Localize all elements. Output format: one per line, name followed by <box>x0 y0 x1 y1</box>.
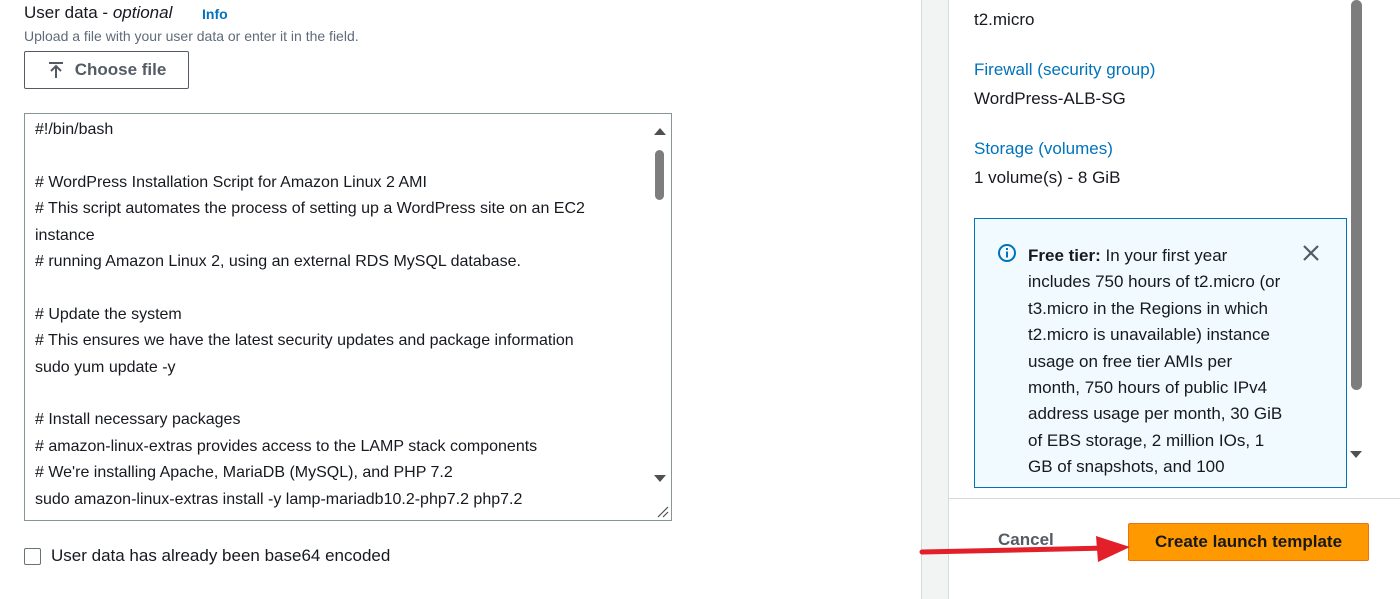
annotation-arrow-icon <box>919 536 1130 562</box>
script-line: # WordPress Installation Script for Amaz… <box>35 173 427 191</box>
script-line: instance <box>35 226 95 244</box>
free-tier-body: In your first year includes 750 hours of… <box>1028 246 1283 477</box>
firewall-link[interactable]: Firewall (security group) <box>974 60 1155 80</box>
user-data-description: Upload a file with your user data or ent… <box>24 28 359 44</box>
base64-label: User data has already been base64 encode… <box>51 546 391 565</box>
summary-divider <box>949 498 1400 499</box>
free-tier-title: Free tier: <box>1028 246 1101 265</box>
script-line: # This ensures we have the latest securi… <box>35 332 574 350</box>
base64-checkbox[interactable] <box>24 547 41 565</box>
create-launch-template-button[interactable]: Create launch template <box>1128 523 1369 561</box>
script-line: #!/bin/bash <box>35 121 114 138</box>
script-line: # This script automates the process of s… <box>35 200 585 218</box>
summary-scroll-down-icon[interactable] <box>1349 448 1363 462</box>
summary-panel: t2.micro Firewall (security group) WordP… <box>948 0 1400 599</box>
base64-option[interactable]: User data has already been base64 encode… <box>24 546 390 566</box>
scroll-down-icon[interactable] <box>653 472 667 486</box>
user-data-label-text: User data - <box>24 3 113 22</box>
user-data-textarea[interactable]: #!/bin/bash # WordPress Installation Scri… <box>24 113 672 521</box>
free-tier-text: Free tier: In your first year includes 7… <box>1028 243 1288 481</box>
info-circle-icon <box>998 244 1016 262</box>
script-line: sudo amazon-linux-extras install -y lamp… <box>35 490 523 508</box>
upload-icon <box>48 62 63 78</box>
choose-file-label: Choose file <box>74 60 167 79</box>
info-link[interactable]: Info <box>202 6 228 22</box>
user-data-panel: User data - optional Info Upload a file … <box>0 0 922 599</box>
script-line: # amazon-linux-extras provides access to… <box>35 437 538 455</box>
script-line: # Update the system <box>35 305 182 323</box>
choose-file-button[interactable]: Choose file <box>24 51 189 89</box>
free-tier-alert: Free tier: In your first year includes 7… <box>974 218 1347 488</box>
create-launch-template-label: Create launch template <box>1154 532 1343 551</box>
textarea-scroll-thumb[interactable] <box>655 150 664 200</box>
storage-link[interactable]: Storage (volumes) <box>974 139 1113 159</box>
optional-label: optional <box>112 3 173 22</box>
instance-type-value: t2.micro <box>974 10 1035 29</box>
script-line: sudo yum update -y <box>35 358 176 376</box>
script-line: # We're installing Apache, MariaDB (MySQ… <box>35 464 453 482</box>
script-line: # Install necessary packages <box>35 411 241 429</box>
close-icon[interactable] <box>1301 243 1321 263</box>
summary-scroll-thumb[interactable] <box>1351 0 1362 390</box>
scroll-up-icon[interactable] <box>653 124 667 138</box>
storage-value: 1 volume(s) - 8 GiB <box>974 168 1121 187</box>
summary-scrollbar[interactable] <box>1347 0 1365 470</box>
textarea-scrollbar[interactable] <box>649 114 671 520</box>
firewall-value: WordPress-ALB-SG <box>974 89 1126 108</box>
resize-handle-icon[interactable] <box>650 499 670 519</box>
script-line: # running Amazon Linux 2, using an exter… <box>35 253 521 270</box>
user-data-label: User data - optional <box>24 3 172 23</box>
